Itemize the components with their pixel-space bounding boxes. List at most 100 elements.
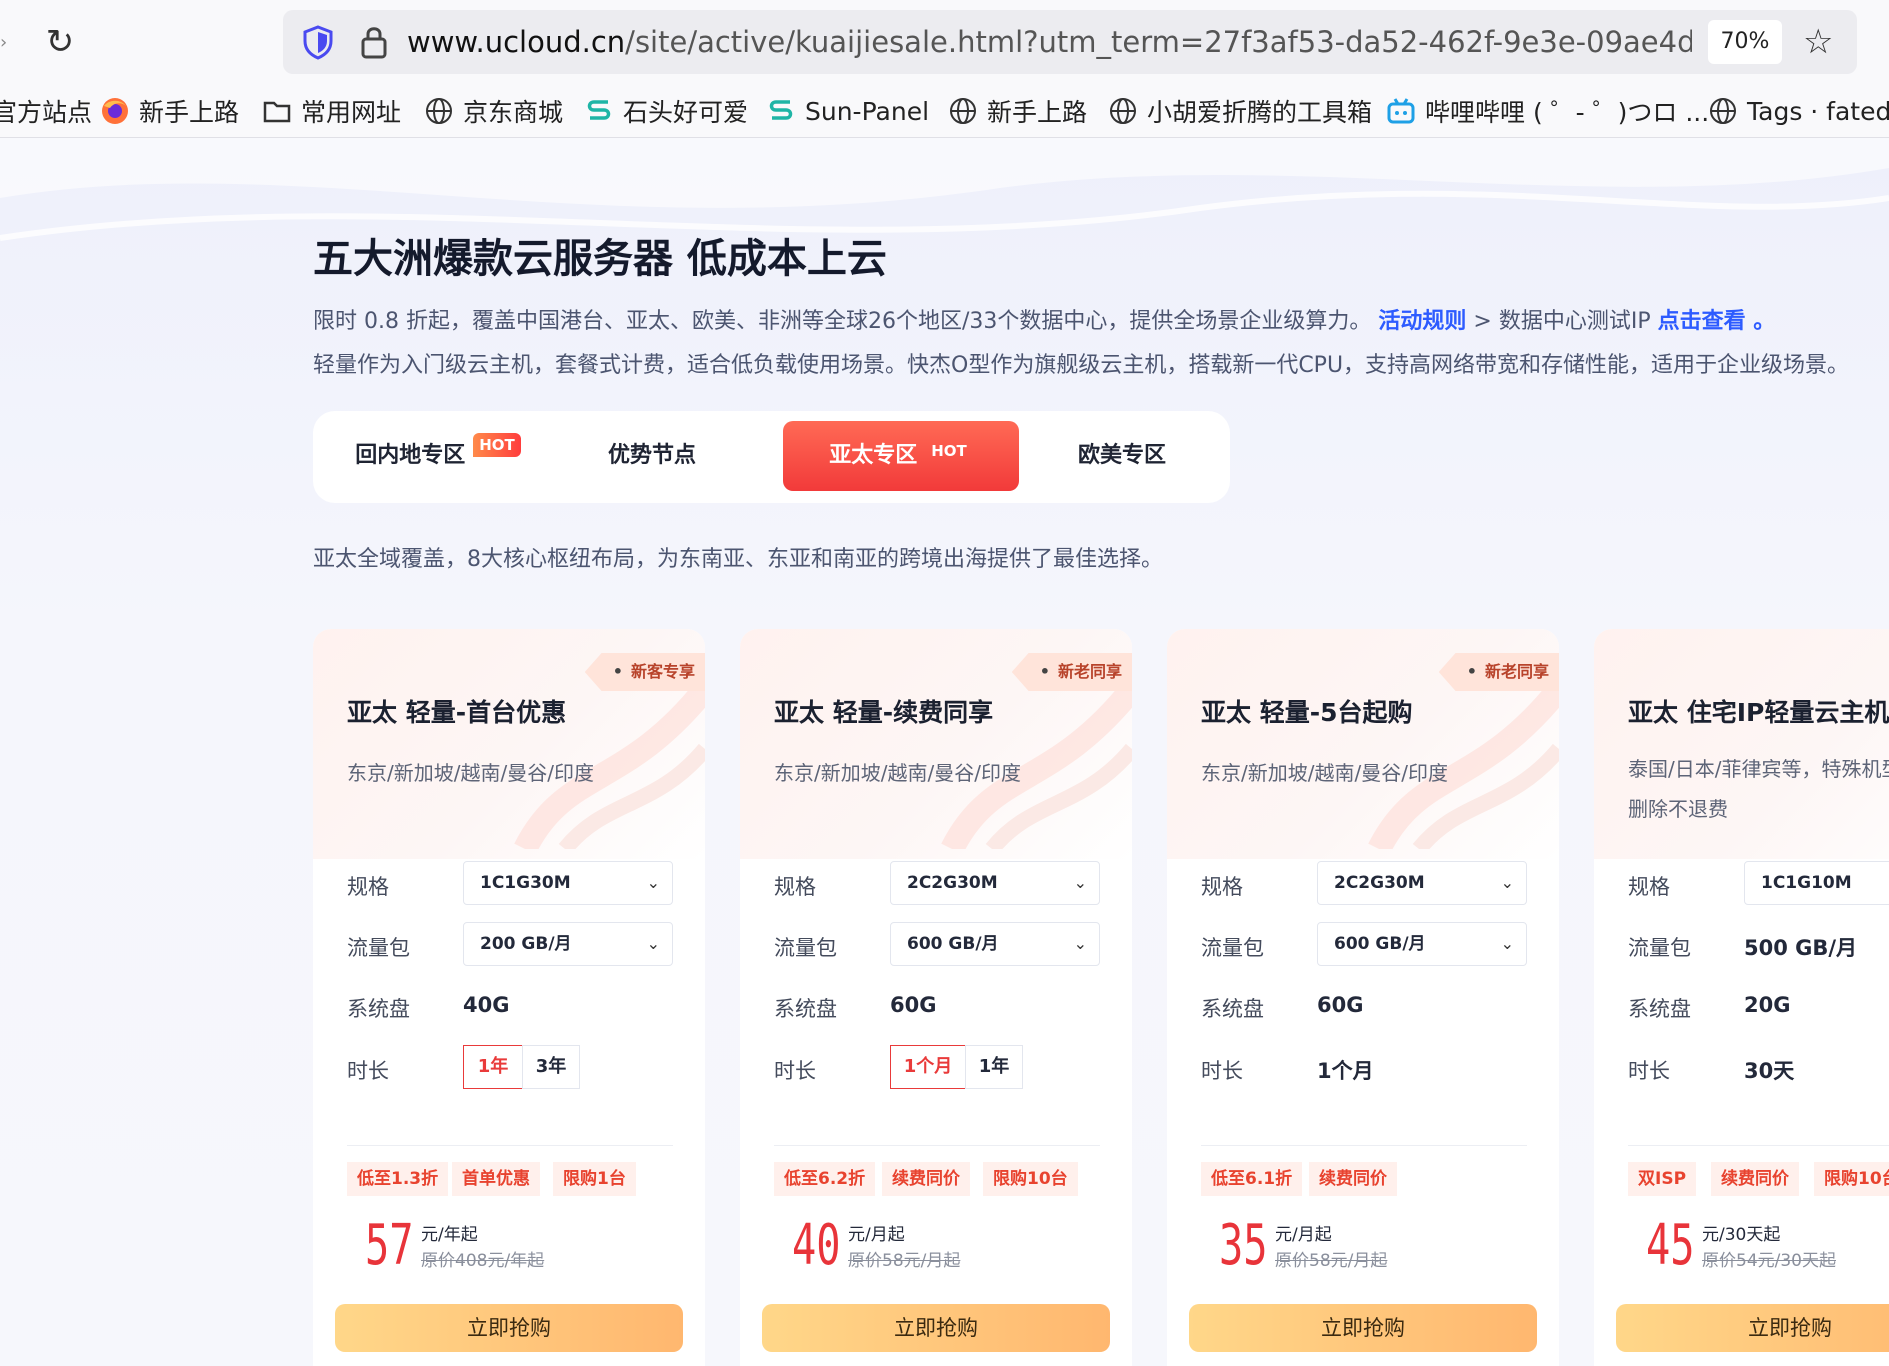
promo-ribbon: 新客专享 [584,653,705,691]
disk-value: 60G [1317,993,1364,1017]
globe-icon [1710,98,1736,124]
disk-label: 系统盘 [1628,997,1691,1021]
price: 57 [365,1213,414,1278]
traffic-label: 流量包 [1201,936,1264,960]
tab-asia-pacific[interactable]: 亚太专区 HOT [783,421,1019,491]
sun-panel-icon [769,100,793,120]
address-bar[interactable]: www.ucloud.cn/site/active/kuaijiesale.ht… [283,10,1857,74]
card-title: 亚太 轻量-续费同享 [774,698,994,727]
duration-option-3y[interactable]: 3年 [522,1045,580,1089]
region-description: 亚太全域覆盖，8大核心枢纽布局，为东南亚、东亚和南亚的跨境出海提供了最佳选择。 [313,547,1163,572]
traffic-select[interactable]: 600 GB/月 ⌄ [890,922,1100,966]
promo-ribbon: 新老同享 [1438,653,1559,691]
page-description: 限时 0.8 折起，覆盖中国港台、亚太、欧美、非洲等全球26个地区/33个数据中… [313,309,1776,334]
spec-select[interactable]: 2C2G30M ⌄ [1317,861,1527,905]
buy-button[interactable]: 立即抢购 [1189,1304,1537,1352]
disk-value: 20G [1744,993,1791,1017]
duration-label: 时长 [1201,1059,1243,1083]
back-button-fragment[interactable]: › [0,32,7,53]
bookmark-item[interactable]: 官方站点 [0,92,92,130]
spec-select[interactable]: 2C2G30M ⌄ [890,861,1100,905]
duration-option-1y[interactable]: 1年 [965,1045,1023,1089]
spec-label: 规格 [774,875,816,899]
lock-icon[interactable] [359,24,389,60]
original-price: 原价54元/30天起 [1702,1251,1836,1271]
tab-advantage-nodes[interactable]: 优势节点 [549,421,755,491]
card-region: 东京/新加坡/越南/曼谷/印度 [1201,761,1448,785]
page-content: 五大洲爆款云服务器 低成本上云 限时 0.8 折起，覆盖中国港台、亚太、欧美、非… [0,138,1889,1366]
promo-tag: 续费同价 [1309,1162,1397,1196]
traffic-select[interactable]: 200 GB/月 ⌄ [463,922,673,966]
price-unit: 元/30天起 [1702,1225,1781,1245]
promo-tag: 低至6.2折 [774,1162,876,1196]
page-description-2: 轻量作为入门级云主机，套餐式计费，适合低负载使用场景。快杰O型作为旗舰级云主机，… [313,353,1850,378]
spec-select[interactable]: 1C1G10M [1744,861,1889,905]
original-price: 原价58元/月起 [848,1251,961,1271]
bookmark-star-icon[interactable]: ☆ [1803,22,1843,62]
bookmark-item[interactable]: 新手上路 [948,92,1087,130]
shield-icon[interactable] [301,24,335,60]
promo-tag: 限购10台 [983,1162,1078,1196]
promo-tag: 首单优惠 [452,1162,540,1196]
disk-value: 60G [890,993,937,1017]
bookmark-item[interactable]: 京东商城 [424,92,563,130]
traffic-label: 流量包 [1628,936,1691,960]
buy-button[interactable]: 立即抢购 [762,1304,1110,1352]
traffic-select[interactable]: 600 GB/月 ⌄ [1317,922,1527,966]
price: 45 [1646,1213,1695,1278]
bookmark-item[interactable]: Tags · fatedier [1708,92,1889,130]
bookmark-folder[interactable]: 常用网址 [262,92,401,130]
chevron-down-icon: ⌄ [1500,873,1514,892]
reload-icon[interactable]: ↻ [40,22,80,62]
traffic-value: 500 GB/月 [1744,936,1858,960]
page-title: 五大洲爆款云服务器 低成本上云 [313,236,887,282]
spec-select[interactable]: 1C1G30M ⌄ [463,861,673,905]
globe-icon [426,98,452,124]
rules-link[interactable]: 活动规则 [1378,309,1466,334]
disk-value: 40G [463,993,510,1017]
spec-label: 规格 [1201,875,1243,899]
product-card: 新老同享 亚太 轻量-5台起购 东京/新加坡/越南/曼谷/印度 规格 2C2G3… [1167,629,1559,1366]
sun-panel-icon [587,100,611,120]
bookmark-item[interactable]: Sun-Panel [766,92,929,130]
tab-mainland[interactable]: 回内地专区 HOT [335,421,541,491]
test-ip-link[interactable]: 点击查看 [1658,309,1746,334]
folder-icon [263,101,291,123]
duration-value: 30天 [1744,1059,1795,1083]
chevron-down-icon: ⌄ [1073,934,1087,953]
region-tabs: 回内地专区 HOT 优势节点 亚太专区 HOT 欧美专区 [313,411,1230,503]
price: 35 [1219,1213,1268,1278]
traffic-label: 流量包 [774,936,837,960]
duration-label: 时长 [347,1059,389,1083]
promo-tag: 双ISP [1628,1162,1697,1196]
price-unit: 元/月起 [1275,1225,1332,1245]
promo-tag: 续费同价 [1711,1162,1799,1196]
promo-tag: 低至6.1折 [1201,1162,1303,1196]
bookmark-item[interactable]: 哔哩哔哩 ( ゜- ゜)つロ ... [1386,92,1709,130]
buy-button[interactable]: 立即抢购 [335,1304,683,1352]
url-text: www.ucloud.cn/site/active/kuaijiesale.ht… [407,25,1692,59]
divider [347,1145,673,1146]
duration-label: 时长 [774,1059,816,1083]
disk-label: 系统盘 [774,997,837,1021]
header-wave-decoration [0,138,1889,241]
duration-option-1m[interactable]: 1个月 [890,1045,966,1089]
tab-europe-america[interactable]: 欧美专区 [1019,421,1225,491]
zoom-level[interactable]: 70% [1708,20,1782,64]
hot-badge: HOT [473,433,521,457]
bookmark-item[interactable]: 石头好可爱 [584,92,748,130]
card-title: 亚太 轻量-5台起购 [1201,698,1413,727]
price-unit: 元/年起 [421,1225,478,1245]
spec-label: 规格 [1628,875,1670,899]
card-title: 亚太 住宅IP轻量云主机 [1628,698,1889,727]
bookmark-item[interactable]: 小胡爱折腾的工具箱 [1108,92,1372,130]
divider [1201,1145,1527,1146]
buy-button[interactable]: 立即抢购 [1616,1304,1889,1352]
divider [1628,1145,1889,1146]
chevron-down-icon: ⌄ [1073,873,1087,892]
duration-option-1y[interactable]: 1年 [463,1045,523,1089]
duration-label: 时长 [1628,1059,1670,1083]
card-region: 东京/新加坡/越南/曼谷/印度 [774,761,1021,785]
bookmark-item[interactable]: 新手上路 [100,92,239,130]
price: 40 [792,1213,841,1278]
